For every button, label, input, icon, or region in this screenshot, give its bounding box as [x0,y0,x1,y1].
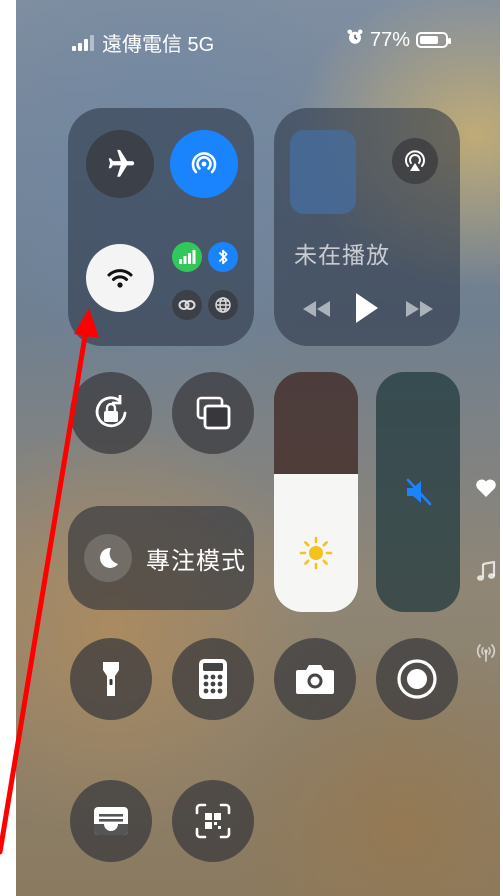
calculator-button[interactable] [172,638,254,720]
right-status-group: 77% [346,28,451,52]
airdrop-icon [191,152,217,174]
personal-hotspot-toggle[interactable] [172,290,202,320]
alarm-clock-icon [346,28,364,52]
cellular-signal-icon [72,34,94,51]
moon-icon [100,547,118,568]
wifi-icon [107,269,133,288]
globe-icon [215,297,231,313]
airplane-mode-toggle[interactable] [86,130,154,198]
brightness-slider[interactable] [274,372,358,612]
cellular-data-toggle[interactable] [172,242,202,272]
bluetooth-icon [218,249,228,265]
screen-mirroring-button[interactable] [172,372,254,454]
flashlight-icon [103,662,119,696]
fast-forward-button[interactable] [400,296,440,322]
fast-forward-icon [406,301,433,317]
now-playing-status: 未在播放 [294,242,390,268]
control-center-screen: 遠傳電信 5G 77% 未在播放 專注模式 [16,0,500,896]
volume-slider[interactable] [376,372,460,612]
carrier-label: 遠傳電信 5G [102,34,215,56]
wifi-toggle[interactable] [86,244,154,312]
carrier-group: 遠傳電信 5G [72,28,214,57]
sun-icon [299,536,333,570]
screen-mirroring-icon [196,396,231,430]
camera-button[interactable] [274,638,356,720]
now-playing-module: 未在播放 [274,108,460,346]
airplane-icon [108,149,135,177]
wallet-button[interactable] [70,780,152,862]
rewind-button[interactable] [296,296,336,322]
record-icon [397,659,437,699]
album-artwork [290,130,356,214]
qr-code-icon [195,803,231,839]
antenna-icon [474,640,498,664]
calculator-icon [199,659,227,699]
airplay-button[interactable] [392,138,438,184]
qr-scanner-button[interactable] [172,780,254,862]
wallet-icon [94,807,128,835]
rewind-icon [303,301,330,317]
airdrop-toggle[interactable] [170,130,238,198]
connectivity-module [68,108,254,346]
play-icon [356,293,378,323]
play-button[interactable] [350,290,384,326]
orientation-lock-button[interactable] [70,372,152,454]
focus-mode-button[interactable]: 專注模式 [68,506,254,610]
camera-icon [296,665,334,694]
battery-percent: 77% [369,28,410,51]
rotation-lock-icon [95,395,127,428]
flashlight-button[interactable] [70,638,152,720]
battery-icon [416,32,451,48]
vpn-toggle[interactable] [208,290,238,320]
status-bar: 遠傳電信 5G 77% [16,28,500,58]
speaker-muted-icon [406,478,432,506]
bluetooth-toggle[interactable] [208,242,238,272]
focus-mode-label: 專注模式 [146,547,246,575]
cellular-data-icon [179,250,196,264]
music-note-icon [474,560,498,584]
focus-icon-circle [84,534,132,582]
airplay-audio-icon [405,150,425,171]
heart-icon [474,476,498,500]
screen-recording-button[interactable] [376,638,458,720]
link-icon [178,300,196,310]
